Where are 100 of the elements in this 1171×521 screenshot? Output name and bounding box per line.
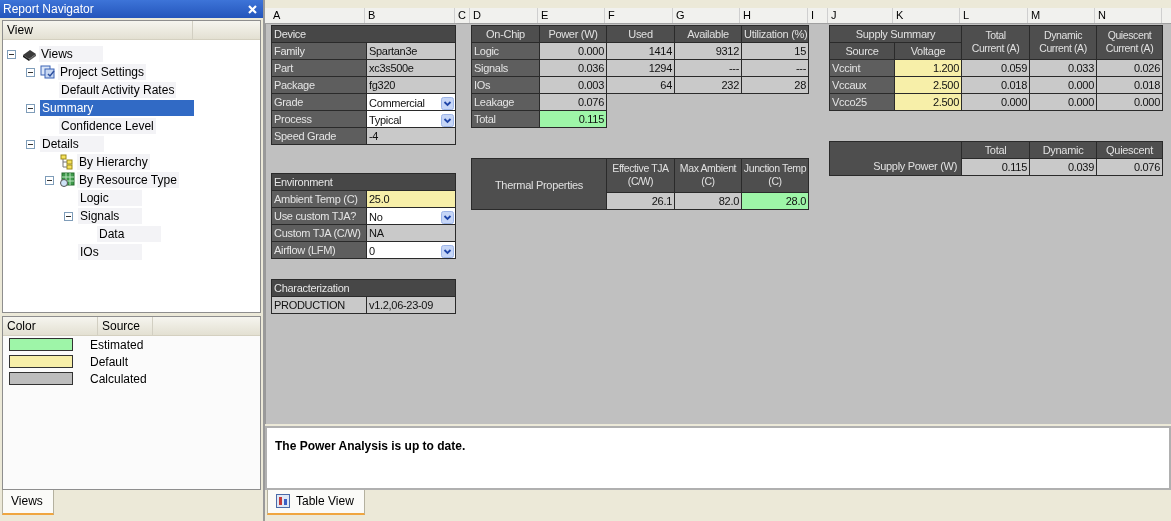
chevron-down-icon[interactable] bbox=[441, 113, 454, 127]
table-cell: 0.000 bbox=[1097, 94, 1163, 111]
column-header[interactable]: H bbox=[740, 8, 808, 23]
table-cell: 0.000 bbox=[1030, 77, 1097, 94]
status-message: The Power Analysis is up to date. bbox=[275, 439, 466, 453]
tree-item[interactable]: By Hierarchy bbox=[77, 154, 150, 170]
legend-label: Estimated bbox=[90, 337, 144, 352]
collapse-icon[interactable] bbox=[64, 211, 73, 221]
tab[interactable]: Table View bbox=[267, 490, 365, 515]
column-header[interactable]: F bbox=[605, 8, 673, 23]
table-icon bbox=[276, 494, 290, 508]
chevron-down-icon[interactable] bbox=[441, 244, 454, 258]
tree-item[interactable]: Data bbox=[97, 226, 161, 242]
table-cell[interactable]: 2.500 bbox=[895, 77, 962, 94]
dropdown-field[interactable]: Commercial bbox=[367, 94, 456, 111]
collapse-icon[interactable] bbox=[26, 103, 35, 113]
column-header[interactable]: Color bbox=[3, 317, 98, 335]
column-header[interactable]: A bbox=[270, 8, 365, 23]
table-header: Dynamic Current (A) bbox=[1030, 26, 1097, 60]
table-header: Total Current (A) bbox=[962, 26, 1030, 60]
row-label: Vcco25 bbox=[830, 94, 895, 111]
dropdown-field[interactable]: Typical bbox=[367, 111, 456, 128]
table-cell: 0.018 bbox=[1097, 77, 1163, 94]
tree-item[interactable]: Summary bbox=[40, 100, 194, 116]
tree-item[interactable]: By Resource Type bbox=[77, 172, 179, 188]
row-label: Leakage bbox=[472, 94, 540, 111]
table-cell: 0.003 bbox=[540, 77, 607, 94]
row-label: Grade bbox=[272, 94, 367, 111]
row-label: IOs bbox=[472, 77, 540, 94]
column-header[interactable]: M bbox=[1028, 8, 1095, 23]
table-header: Utilization (%) bbox=[742, 26, 809, 43]
table-cell: 0.000 bbox=[540, 43, 607, 60]
row-label: Speed Grade bbox=[272, 128, 367, 145]
table-header: Used bbox=[607, 26, 675, 43]
collapse-icon[interactable] bbox=[45, 175, 54, 185]
collapse-icon[interactable] bbox=[26, 67, 35, 77]
close-icon[interactable] bbox=[248, 4, 257, 14]
column-header[interactable]: I bbox=[808, 8, 828, 23]
dropdown-value: No bbox=[369, 210, 383, 224]
table-header: Max Ambient (C) bbox=[675, 159, 742, 193]
table-cell: 0.076 bbox=[540, 94, 607, 111]
table-cell: --- bbox=[675, 60, 742, 77]
row-label: Total bbox=[472, 111, 540, 128]
table-cell: 9312 bbox=[675, 43, 742, 60]
collapse-icon[interactable] bbox=[26, 139, 35, 149]
table-cell: -4 bbox=[367, 128, 456, 145]
column-header[interactable]: G bbox=[673, 8, 740, 23]
section-title: Environment bbox=[272, 174, 456, 191]
tree-item[interactable]: Views bbox=[39, 46, 103, 62]
column-header[interactable]: E bbox=[538, 8, 605, 23]
table-cell[interactable]: 1.200 bbox=[895, 60, 962, 77]
table-cell: 64 bbox=[607, 77, 675, 94]
tree-item[interactable]: Signals bbox=[78, 208, 142, 224]
tree-item[interactable]: IOs bbox=[78, 244, 142, 260]
row-label: Vccaux bbox=[830, 77, 895, 94]
tree-item[interactable]: Project Settings bbox=[58, 64, 147, 80]
row-label: Ambient Temp (C) bbox=[272, 191, 367, 208]
column-header[interactable]: B bbox=[365, 8, 455, 23]
table-cell: 28.0 bbox=[742, 193, 809, 210]
legend-label: Default bbox=[90, 354, 129, 369]
table-cell: 26.1 bbox=[607, 193, 675, 210]
table-cell: fg320 bbox=[367, 77, 456, 94]
tree-item[interactable]: Logic bbox=[78, 190, 142, 206]
row-label: Family bbox=[272, 43, 367, 60]
row-label: PRODUCTION bbox=[272, 297, 367, 314]
column-header[interactable]: J bbox=[828, 8, 893, 23]
section-title: Characterization bbox=[272, 280, 456, 297]
table-cell: 0.026 bbox=[1097, 60, 1163, 77]
collapse-icon[interactable] bbox=[7, 49, 16, 59]
row-label: Custom TJA (C/W) bbox=[272, 225, 367, 242]
dropdown-value: Commercial bbox=[369, 96, 425, 110]
dropdown-field[interactable]: No bbox=[367, 208, 456, 225]
column-header[interactable]: C bbox=[455, 8, 470, 23]
tree-item[interactable]: Confidence Level bbox=[59, 118, 156, 134]
table-cell: 0.039 bbox=[1030, 159, 1097, 176]
dropdown-field[interactable]: 0 bbox=[367, 242, 456, 259]
table-cell[interactable]: 2.500 bbox=[895, 94, 962, 111]
row-label: Vccint bbox=[830, 60, 895, 77]
row-label: Part bbox=[272, 60, 367, 77]
table-header: Dynamic bbox=[1030, 142, 1097, 159]
tab[interactable]: Views bbox=[2, 490, 54, 515]
table-cell: 0.033 bbox=[1030, 60, 1097, 77]
table-cell[interactable]: 25.0 bbox=[367, 191, 456, 208]
column-header[interactable]: N bbox=[1095, 8, 1162, 23]
chevron-down-icon[interactable] bbox=[441, 210, 454, 224]
tree-item[interactable]: Default Activity Rates bbox=[59, 82, 177, 98]
table-cell: 232 bbox=[675, 77, 742, 94]
table-cell: 0.000 bbox=[1030, 94, 1097, 111]
column-header[interactable]: K bbox=[893, 8, 960, 23]
chevron-down-icon[interactable] bbox=[441, 96, 454, 110]
tree-item[interactable]: Details bbox=[40, 136, 104, 152]
dropdown-value: 0 bbox=[369, 244, 375, 258]
row-label: Signals bbox=[472, 60, 540, 77]
row-label: Airflow (LFM) bbox=[272, 242, 367, 259]
column-header[interactable]: L bbox=[960, 8, 1028, 23]
column-header[interactable]: D bbox=[470, 8, 538, 23]
table-header: Thermal Properties bbox=[472, 159, 607, 210]
row-label: Logic bbox=[472, 43, 540, 60]
table-cell: 1294 bbox=[607, 60, 675, 77]
column-header[interactable]: Source bbox=[98, 317, 153, 335]
